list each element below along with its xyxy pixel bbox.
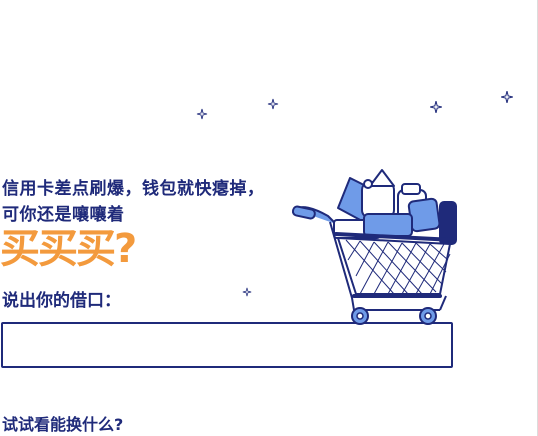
try-link[interactable]: 试试看能换什么?	[2, 414, 123, 436]
sparkle-icon	[242, 287, 252, 297]
shopping-cart-icon	[291, 169, 457, 325]
sparkle-icon	[196, 108, 208, 120]
sparkle-icon	[430, 101, 442, 113]
sparkle-icon	[501, 91, 513, 103]
page: 信用卡差点刷爆，钱包就快瘪掉， 可你还是嚷嚷着 买买买? 说出你的借口： 试试看…	[0, 0, 538, 436]
sparkle-icon	[267, 98, 279, 110]
prompt-label: 说出你的借口：	[2, 291, 121, 311]
headline-line-1: 信用卡差点刷爆，钱包就快瘪掉，	[2, 179, 265, 199]
big-title: 买买买?	[0, 226, 137, 272]
headline: 信用卡差点刷爆，钱包就快瘪掉， 可你还是嚷嚷着	[2, 176, 265, 228]
excuse-input[interactable]	[1, 322, 453, 368]
